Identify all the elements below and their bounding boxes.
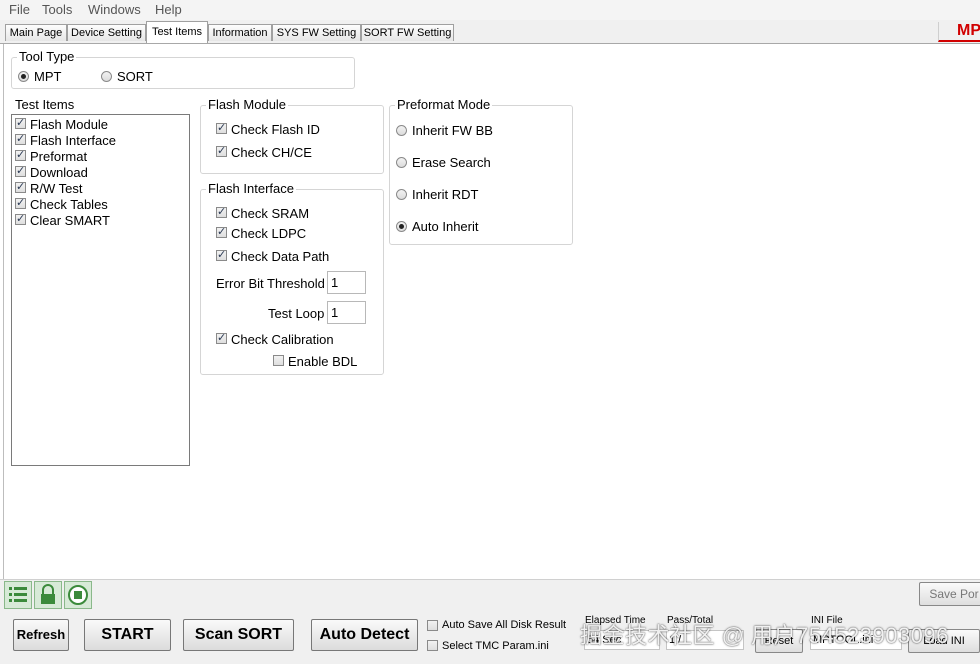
tab-sort-fw-setting[interactable]: SORT FW Setting <box>361 24 454 41</box>
check-icon[interactable] <box>15 196 26 209</box>
check-sram-label[interactable]: Check SRAM <box>231 206 309 221</box>
brand-label: MPT <box>938 22 980 42</box>
menu-tools[interactable]: Tools <box>42 2 72 17</box>
test-item-check-tables[interactable]: Check Tables <box>30 197 108 212</box>
check-icon[interactable] <box>216 121 227 134</box>
radio-dot-icon[interactable] <box>18 71 29 82</box>
list-icon[interactable] <box>4 581 32 609</box>
select-tmc-checkbox[interactable] <box>427 640 438 651</box>
enable-bdl-checkbox[interactable] <box>273 355 284 366</box>
select-tmc-label[interactable]: Select TMC Param.ini <box>442 639 549 654</box>
tab-strip: Main Page Device Setting Test Items Info… <box>0 20 980 44</box>
check-ldpc-label[interactable]: Check LDPC <box>231 226 306 241</box>
test-items-title: Test Items <box>13 97 77 113</box>
flash-interface-title: Flash Interface <box>206 181 296 197</box>
check-icon[interactable] <box>216 248 227 261</box>
tab-main-page[interactable]: Main Page <box>5 24 67 41</box>
check-data-path-label[interactable]: Check Data Path <box>231 249 329 264</box>
radio-dot-icon[interactable] <box>396 189 407 200</box>
check-icon[interactable] <box>15 148 26 161</box>
test-loop-label: Test Loop <box>268 306 325 321</box>
check-ch-ce-label[interactable]: Check CH/CE <box>231 145 312 160</box>
test-item-flash-interface[interactable]: Flash Interface <box>30 133 116 148</box>
radio-dot-icon[interactable] <box>396 157 407 168</box>
radio-dot-icon[interactable] <box>101 71 112 82</box>
check-icon[interactable] <box>216 205 227 218</box>
refresh-button[interactable]: Refresh <box>13 619 69 651</box>
auto-save-checkbox[interactable] <box>427 620 438 631</box>
tool-type-mpt-label[interactable]: MPT <box>34 69 61 84</box>
error-bit-threshold-input[interactable]: 1 <box>327 271 366 294</box>
auto-save-label[interactable]: Auto Save All Disk Result <box>442 618 566 633</box>
save-port-button[interactable]: Save Por <box>919 582 980 606</box>
stop-icon[interactable] <box>64 581 92 609</box>
check-icon[interactable] <box>216 225 227 238</box>
scan-sort-button[interactable]: Scan SORT <box>183 619 294 651</box>
erase-search-label[interactable]: Erase Search <box>412 155 491 170</box>
error-bit-threshold-label: Error Bit Threshold <box>216 276 325 291</box>
menu-bar: File Tools Windows Help <box>0 0 980 20</box>
check-icon[interactable] <box>15 212 26 225</box>
preformat-mode-title: Preformat Mode <box>395 97 493 113</box>
radio-dot-icon[interactable] <box>396 221 407 232</box>
menu-windows[interactable]: Windows <box>88 2 141 17</box>
inherit-rdt-label[interactable]: Inherit RDT <box>412 187 478 202</box>
tool-type-title: Tool Type <box>17 49 77 65</box>
inherit-fw-bb-label[interactable]: Inherit FW BB <box>412 123 493 138</box>
tab-test-items[interactable]: Test Items <box>146 21 208 43</box>
test-item-download[interactable]: Download <box>30 165 88 180</box>
check-icon[interactable] <box>15 132 26 145</box>
check-icon[interactable] <box>216 144 227 157</box>
check-calibration-label[interactable]: Check Calibration <box>231 332 334 347</box>
tool-type-sort-label[interactable]: SORT <box>117 69 153 84</box>
watermark: 掘金技术社区 @ 用户754523903096 <box>580 623 949 648</box>
check-icon[interactable] <box>216 331 227 344</box>
flash-module-group: Flash Module <box>200 97 384 174</box>
flash-module-title: Flash Module <box>206 97 289 113</box>
check-icon[interactable] <box>15 180 26 193</box>
check-flash-id-label[interactable]: Check Flash ID <box>231 122 320 137</box>
menu-file[interactable]: File <box>9 2 30 17</box>
tab-information[interactable]: Information <box>208 24 272 41</box>
test-item-flash-module[interactable]: Flash Module <box>30 117 108 132</box>
test-loop-input[interactable]: 1 <box>327 301 366 324</box>
tab-sys-fw-setting[interactable]: SYS FW Setting <box>272 24 361 41</box>
test-item-rw-test[interactable]: R/W Test <box>30 181 83 196</box>
enable-bdl-label[interactable]: Enable BDL <box>288 354 357 369</box>
tool-type-group: Tool Type <box>11 49 355 89</box>
auto-detect-button[interactable]: Auto Detect <box>311 619 418 651</box>
test-item-clear-smart[interactable]: Clear SMART <box>30 213 110 228</box>
menu-help[interactable]: Help <box>155 2 182 17</box>
test-item-preformat[interactable]: Preformat <box>30 149 87 164</box>
tab-device-setting[interactable]: Device Setting <box>67 24 146 41</box>
check-icon[interactable] <box>15 164 26 177</box>
start-button[interactable]: START <box>84 619 171 651</box>
auto-inherit-label[interactable]: Auto Inherit <box>412 219 479 234</box>
lock-icon[interactable] <box>34 581 62 609</box>
check-icon[interactable] <box>15 116 26 129</box>
radio-dot-icon[interactable] <box>396 125 407 136</box>
